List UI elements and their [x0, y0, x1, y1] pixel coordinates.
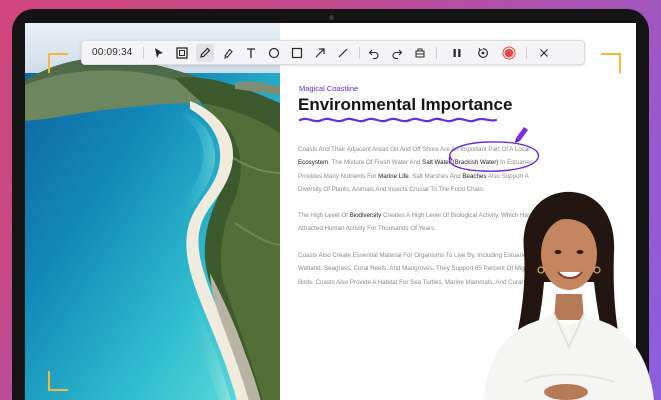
- document-title: Environmental Importance: [298, 95, 513, 114]
- coastline-photo: [25, 23, 280, 400]
- paragraph-2-text-a: The High Level Of: [298, 212, 350, 219]
- recording-area-corner-top-left: [48, 53, 68, 73]
- pen-cursor-icon: [515, 127, 528, 143]
- select-arrow-icon[interactable]: [150, 44, 168, 62]
- presenter-webcam-overlay: [474, 182, 660, 400]
- redo-icon[interactable]: [388, 44, 406, 62]
- toolbar-separator: [143, 47, 144, 59]
- underline-scribble-annotation: [298, 117, 498, 123]
- webcam-dot: [328, 15, 334, 20]
- undo-icon[interactable]: [365, 44, 383, 62]
- toolbar-separator: [436, 47, 437, 59]
- recording-timer: 00:09:34: [92, 47, 133, 58]
- text-icon[interactable]: [242, 44, 260, 62]
- pause-icon[interactable]: [448, 44, 466, 62]
- arrow-icon[interactable]: [311, 44, 329, 62]
- square-icon[interactable]: [288, 44, 306, 62]
- restart-icon[interactable]: [474, 44, 492, 62]
- line-icon[interactable]: [334, 44, 352, 62]
- stop-record-icon[interactable]: [500, 44, 518, 62]
- keyword-ecosystem: Ecosystem: [298, 159, 329, 167]
- toolbar-separator: [359, 47, 360, 59]
- pen-icon[interactable]: [196, 44, 214, 62]
- paragraph-1-text-b: . The Mixture Of Fresh Water And: [328, 159, 423, 167]
- highlighter-icon[interactable]: [219, 44, 237, 62]
- recording-toolbar: 00:09:34: [81, 40, 585, 65]
- recording-area-corner-bottom-left: [48, 371, 68, 391]
- circle-icon[interactable]: [265, 44, 283, 62]
- document-subtitle: Magical Coastline: [299, 84, 359, 93]
- screen-capture-icon[interactable]: [173, 44, 191, 62]
- circle-annotation: [448, 141, 540, 172]
- eraser-icon[interactable]: [411, 44, 429, 62]
- recording-area-corner-top-right: [601, 53, 621, 73]
- keyword-marine-life: Marine Life: [378, 172, 409, 180]
- close-icon[interactable]: [535, 44, 553, 62]
- toolbar-separator: [526, 47, 527, 59]
- keyword-biodiversity: Biodiversity: [349, 212, 382, 219]
